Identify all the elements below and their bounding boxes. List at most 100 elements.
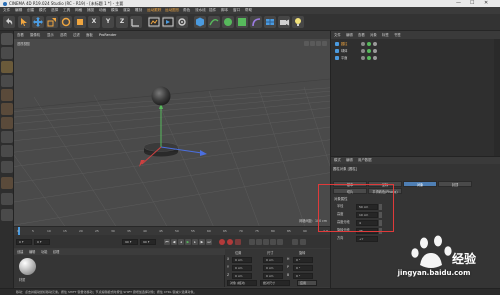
max-frame-field[interactable]: 90 F bbox=[140, 239, 156, 245]
material-menu-texture[interactable]: 纹理 bbox=[53, 249, 59, 255]
material-menu-edit[interactable]: 编辑 bbox=[29, 249, 35, 255]
maximize-button[interactable]: ☐ bbox=[470, 0, 474, 7]
orbit-icon[interactable] bbox=[316, 41, 321, 46]
size-x-field[interactable]: 0 cm bbox=[263, 256, 283, 263]
viewport-menu-options[interactable]: 选项 bbox=[60, 31, 67, 39]
locked-workplane-icon[interactable] bbox=[1, 193, 13, 205]
go-to-end-icon[interactable]: ⏭ bbox=[206, 239, 212, 245]
om-menu-edit[interactable]: 编辑 bbox=[346, 31, 353, 39]
enabled-check-icon[interactable] bbox=[367, 49, 371, 53]
coordinate-system-icon[interactable] bbox=[130, 16, 142, 28]
tweak-mode-icon[interactable] bbox=[1, 145, 13, 157]
edges-mode-icon[interactable] bbox=[1, 103, 13, 115]
menu-select[interactable]: 选择 bbox=[51, 7, 58, 14]
go-to-start-icon[interactable]: ⏮ bbox=[164, 239, 170, 245]
material-name[interactable]: 材质 bbox=[19, 277, 25, 282]
apply-button[interactable]: 应用 bbox=[297, 280, 317, 286]
parameter-key-icon[interactable] bbox=[270, 239, 276, 245]
axis-x-toggle[interactable]: X bbox=[88, 16, 100, 28]
next-frame-icon[interactable]: ▸ bbox=[192, 239, 198, 245]
workplane-icon[interactable] bbox=[1, 177, 13, 189]
viewport-menu-filter[interactable]: 过滤 bbox=[73, 31, 80, 39]
tab-caps[interactable]: 封顶 bbox=[438, 181, 472, 187]
menu-tools[interactable]: 工具 bbox=[63, 7, 70, 14]
object-row-cylinder[interactable]: 圆柱 bbox=[331, 41, 500, 47]
toggle-view-icon[interactable] bbox=[322, 41, 327, 46]
enable-axis-icon[interactable] bbox=[1, 131, 13, 143]
visibility-dot-icon[interactable] bbox=[361, 56, 365, 60]
coordinate-mode-dropdown[interactable]: 对象 (相对) bbox=[227, 280, 257, 286]
menu-plugins[interactable]: 插件 bbox=[209, 7, 216, 14]
rotation-b-field[interactable]: 0 ° bbox=[293, 272, 313, 279]
autokeying-icon[interactable] bbox=[227, 239, 233, 245]
camera-icon[interactable] bbox=[278, 16, 290, 28]
rotation-key-icon[interactable] bbox=[263, 239, 269, 245]
om-menu-tags[interactable]: 标签 bbox=[382, 31, 389, 39]
menu-snap[interactable]: 捕捉 bbox=[87, 7, 94, 14]
minimize-button[interactable]: — bbox=[456, 0, 461, 7]
menu-script[interactable]: 脚本 bbox=[221, 7, 228, 14]
visibility-dot-icon[interactable] bbox=[361, 49, 365, 53]
size-mode-dropdown[interactable]: 绝对尺寸 bbox=[260, 280, 290, 286]
cube-primitive-icon[interactable] bbox=[194, 16, 206, 28]
enabled-check-icon[interactable] bbox=[367, 56, 371, 60]
menu-motion-tracking[interactable]: 运动跟踪 bbox=[147, 7, 161, 14]
current-frame-field[interactable]: 0 F bbox=[34, 239, 50, 245]
object-row-sphere[interactable]: 球体 bbox=[331, 48, 500, 54]
rotation-p-field[interactable]: 0 ° bbox=[293, 264, 313, 271]
position-key-icon[interactable] bbox=[249, 239, 255, 245]
polygons-mode-icon[interactable] bbox=[1, 117, 13, 129]
render-view-icon[interactable] bbox=[148, 16, 160, 28]
model-mode-icon[interactable] bbox=[1, 47, 13, 59]
viewport-menu-cameras[interactable]: 摄像机 bbox=[30, 31, 40, 39]
menu-sculpt[interactable]: 雕刻 bbox=[135, 7, 142, 14]
position-y-field[interactable]: 0 cm bbox=[232, 264, 252, 271]
material-tag-icon[interactable] bbox=[373, 42, 377, 46]
viewport-menu-prorender[interactable]: ProRender bbox=[99, 31, 116, 39]
menu-mode[interactable]: 模式 bbox=[39, 7, 46, 14]
texture-mode-icon[interactable] bbox=[1, 61, 13, 73]
render-settings-icon[interactable] bbox=[176, 16, 188, 28]
om-menu-view[interactable]: 查看 bbox=[358, 31, 365, 39]
array-generator-icon[interactable] bbox=[236, 16, 248, 28]
menu-help[interactable]: 帮助 bbox=[245, 7, 252, 14]
points-mode-icon[interactable] bbox=[1, 89, 13, 101]
menu-mograph[interactable]: 运动图形 bbox=[165, 7, 179, 14]
manager-side-tabs[interactable] bbox=[494, 39, 500, 156]
previous-key-icon[interactable]: ◀ bbox=[171, 239, 177, 245]
start-frame-field[interactable]: 0 F bbox=[16, 239, 32, 245]
menu-character[interactable]: 角色 bbox=[183, 7, 190, 14]
timeline-options-icon[interactable] bbox=[292, 239, 298, 245]
end-frame-field[interactable]: 90 F bbox=[122, 239, 138, 245]
axis-y-toggle[interactable]: Y bbox=[102, 16, 114, 28]
snap-icon[interactable] bbox=[1, 161, 13, 173]
make-editable-icon[interactable] bbox=[1, 33, 13, 45]
fcurve-icon[interactable] bbox=[300, 239, 306, 245]
timeline-ruler[interactable]: 0 5 10 15 20 25 30 35 40 45 50 55 60 65 … bbox=[14, 227, 330, 235]
viewport-menu-display[interactable]: 显示 bbox=[47, 31, 54, 39]
position-x-field[interactable]: 0 cm bbox=[232, 256, 252, 263]
rotation-h-field[interactable]: 0 ° bbox=[293, 256, 313, 263]
position-z-field[interactable]: 0 cm bbox=[232, 272, 252, 279]
visibility-dot-icon[interactable] bbox=[361, 42, 365, 46]
pen-spline-icon[interactable] bbox=[208, 16, 220, 28]
enabled-check-icon[interactable] bbox=[367, 42, 371, 46]
rotate-icon[interactable] bbox=[60, 16, 72, 28]
record-active-objects-icon[interactable] bbox=[219, 239, 225, 245]
am-menu-mode[interactable]: 模式 bbox=[334, 157, 341, 164]
bend-deformer-icon[interactable] bbox=[250, 16, 262, 28]
menu-window[interactable]: 窗口 bbox=[233, 7, 240, 14]
object-row-plane[interactable]: 平面 bbox=[331, 55, 500, 61]
scale-icon[interactable] bbox=[46, 16, 58, 28]
floor-icon[interactable] bbox=[264, 16, 276, 28]
size-y-field[interactable]: 0 cm bbox=[263, 264, 283, 271]
planar-workplane-icon[interactable] bbox=[1, 209, 13, 221]
recent-tools-icon[interactable] bbox=[74, 16, 86, 28]
viewport-menu-view[interactable]: 查看 bbox=[17, 31, 24, 39]
om-menu-file[interactable]: 文件 bbox=[334, 31, 341, 39]
render-to-picture-viewer-icon[interactable] bbox=[162, 16, 174, 28]
move-icon[interactable] bbox=[32, 16, 44, 28]
material-preview[interactable] bbox=[19, 258, 36, 275]
axis-z-toggle[interactable]: Z bbox=[116, 16, 128, 28]
size-z-field[interactable]: 0 cm bbox=[263, 272, 283, 279]
